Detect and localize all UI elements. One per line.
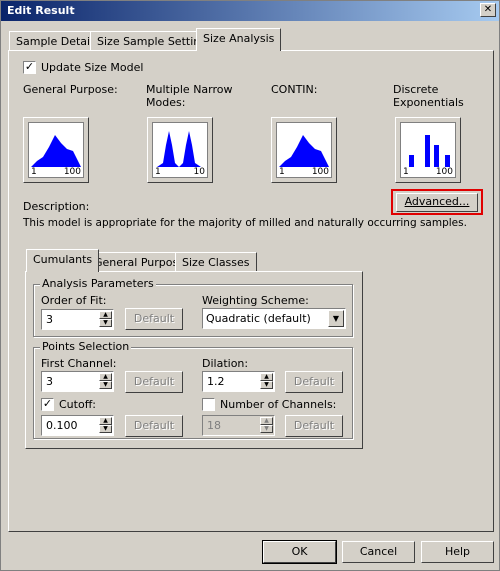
up-arrow-icon[interactable]: ▲ bbox=[99, 417, 112, 425]
number-of-channels-label: Number of Channels: bbox=[220, 398, 337, 411]
dilation-stepper[interactable]: 1.2 ▲ ▼ bbox=[202, 371, 275, 392]
cancel-button[interactable]: Cancel bbox=[342, 541, 415, 563]
tab-label: General Purpose bbox=[94, 256, 185, 269]
subtab-size-classes[interactable]: Size Classes bbox=[175, 252, 257, 272]
group-legend: Points Selection bbox=[40, 340, 132, 353]
stepper-value: 1.2 bbox=[207, 375, 225, 388]
model-title: Exponentials bbox=[393, 96, 464, 109]
order-of-fit-default-button[interactable]: Default bbox=[125, 308, 183, 330]
axis-max-label: 100 bbox=[311, 167, 329, 177]
cutoff-stepper[interactable]: 0.100 ▲ ▼ bbox=[41, 415, 114, 436]
up-arrow-icon[interactable]: ▲ bbox=[260, 417, 273, 425]
axis-min-label: 1 bbox=[155, 167, 161, 177]
number-of-channels-stepper[interactable]: 18 ▲ ▼ bbox=[202, 415, 275, 436]
down-arrow-icon[interactable]: ▼ bbox=[99, 319, 112, 327]
first-channel-stepper[interactable]: 3 ▲ ▼ bbox=[41, 371, 114, 392]
stepper-value: 3 bbox=[46, 375, 53, 388]
model-title: CONTIN: bbox=[271, 83, 318, 96]
stepper-value: 3 bbox=[46, 313, 53, 326]
down-arrow-icon[interactable]: ▼ bbox=[99, 425, 112, 433]
unimodal-distribution-icon bbox=[31, 135, 81, 167]
down-arrow-icon[interactable]: ▼ bbox=[260, 425, 273, 433]
description-label: Description: bbox=[23, 200, 90, 213]
number-of-channels-checkbox[interactable] bbox=[202, 398, 215, 411]
group-legend: Analysis Parameters bbox=[40, 277, 156, 290]
first-channel-label: First Channel: bbox=[41, 357, 117, 370]
order-of-fit-stepper[interactable]: 3 ▲ ▼ bbox=[41, 309, 114, 330]
weighting-scheme-label: Weighting Scheme: bbox=[202, 294, 309, 307]
advanced-button[interactable]: Advanced... bbox=[396, 193, 478, 212]
ok-button[interactable]: OK bbox=[262, 540, 337, 564]
chevron-down-icon[interactable]: ▼ bbox=[328, 310, 344, 327]
dilation-label: Dilation: bbox=[202, 357, 249, 370]
multiple-narrow-modes-model-button[interactable]: 1 10 bbox=[147, 117, 213, 183]
axis-min-label: 1 bbox=[279, 167, 285, 177]
stepper-value: 18 bbox=[207, 419, 221, 432]
axis-max-label: 10 bbox=[193, 167, 205, 177]
help-button[interactable]: Help bbox=[421, 541, 494, 563]
discrete-distribution-icon bbox=[409, 135, 450, 167]
tab-label: Size Analysis bbox=[203, 32, 275, 45]
contin-model-button[interactable]: 1 100 bbox=[271, 117, 337, 183]
title-bar: Edit Result ✕ bbox=[1, 1, 499, 21]
window-title: Edit Result bbox=[7, 4, 75, 17]
contin-distribution-icon bbox=[279, 135, 329, 167]
tab-label: Size Classes bbox=[182, 256, 250, 269]
select-value: Quadratic (default) bbox=[206, 312, 311, 325]
axis-min-label: 1 bbox=[31, 167, 37, 177]
update-size-model-checkbox[interactable]: ✓ bbox=[23, 61, 36, 74]
general-purpose-model-button[interactable]: 1 100 bbox=[23, 117, 89, 183]
tab-label: Sample Details bbox=[16, 35, 99, 48]
axis-max-label: 100 bbox=[435, 167, 453, 177]
axis-min-label: 1 bbox=[403, 167, 409, 177]
model-title: Modes: bbox=[146, 96, 186, 109]
axis-max-label: 100 bbox=[63, 167, 81, 177]
cutoff-checkbox[interactable]: ✓ bbox=[41, 398, 54, 411]
tab-label: Cumulants bbox=[33, 253, 93, 266]
number-of-channels-default-button[interactable]: Default bbox=[285, 415, 343, 437]
bimodal-distribution-icon bbox=[157, 131, 201, 167]
cutoff-default-button[interactable]: Default bbox=[125, 415, 183, 437]
up-arrow-icon[interactable]: ▲ bbox=[99, 373, 112, 381]
discrete-exponentials-model-button[interactable]: 1 100 bbox=[395, 117, 461, 183]
close-icon[interactable]: ✕ bbox=[480, 3, 496, 17]
weighting-scheme-select[interactable]: Quadratic (default) ▼ bbox=[202, 308, 346, 329]
order-of-fit-label: Order of Fit: bbox=[41, 294, 107, 307]
tab-size-analysis[interactable]: Size Analysis bbox=[196, 28, 282, 51]
description-text: This model is appropriate for the majori… bbox=[23, 217, 467, 229]
stepper-value: 0.100 bbox=[46, 419, 78, 432]
first-channel-default-button[interactable]: Default bbox=[125, 371, 183, 393]
model-title: General Purpose: bbox=[23, 83, 118, 96]
model-title: Multiple Narrow bbox=[146, 83, 233, 96]
down-arrow-icon[interactable]: ▼ bbox=[99, 381, 112, 389]
update-size-model-label: Update Size Model bbox=[41, 61, 144, 74]
cutoff-label: Cutoff: bbox=[59, 398, 96, 411]
down-arrow-icon[interactable]: ▼ bbox=[260, 381, 273, 389]
subtab-cumulants[interactable]: Cumulants bbox=[26, 249, 100, 272]
edit-result-window: Edit Result ✕ Sample Details Size Sample… bbox=[0, 0, 500, 571]
up-arrow-icon[interactable]: ▲ bbox=[260, 373, 273, 381]
up-arrow-icon[interactable]: ▲ bbox=[99, 311, 112, 319]
model-title: Discrete bbox=[393, 83, 439, 96]
dilation-default-button[interactable]: Default bbox=[285, 371, 343, 393]
